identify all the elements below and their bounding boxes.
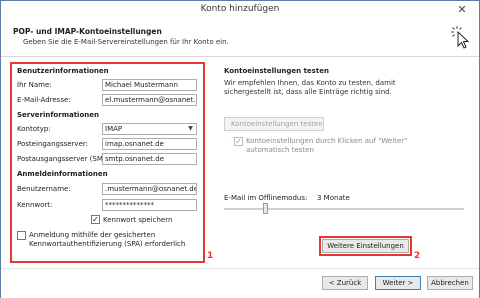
page-header: POP- und IMAP-Kontoeinstellungen Geben S… [1,19,479,57]
auto-test-label-line1: Kontoeinstellungen durch Klicken auf "We… [246,137,408,145]
dialog-window: Konto hinzufügen ✕ POP- und IMAP-Kontoei… [0,0,480,298]
test-text-line2: sichergestellt ist, dass alle Einträge r… [224,88,392,96]
page-subtitle: Geben Sie die E-Mail-Servereinstellungen… [23,38,229,46]
page-title: POP- und IMAP-Kontoeinstellungen [13,27,162,36]
offline-mode-label: E-Mail im Offlinemodus: [224,194,308,202]
cancel-button[interactable]: Abbrechen [427,276,473,290]
annotation-box-2 [319,236,412,256]
annotation-number-2: 2 [414,251,421,261]
footer-bar: < Zurück Weiter > Abbrechen [1,268,479,298]
auto-test-label-line2: automatisch testen [246,146,314,154]
auto-test-checkbox[interactable]: ✓ [234,137,243,146]
annotation-number-1: 1 [207,251,214,261]
offline-slider-thumb[interactable] [263,203,268,214]
window-title: Konto hinzufügen [200,4,280,14]
test-text-line1: Wir empfehlen Ihnen, das Konto zu testen… [224,79,396,87]
test-section-title: Kontoeinstellungen testen [224,67,329,75]
checkmark-icon: ✓ [235,137,242,146]
next-button[interactable]: Weiter > [375,276,421,290]
click-cursor-icon [451,26,470,49]
close-button[interactable]: ✕ [449,2,475,17]
back-button[interactable]: < Zurück [322,276,368,290]
test-settings-button[interactable]: Kontoeinstellungen testen ... [224,117,324,140]
annotation-box-1 [10,62,205,263]
title-bar: Konto hinzufügen ✕ [1,1,479,19]
offline-mode-value: 3 Monate [317,194,350,202]
offline-slider-track[interactable] [224,208,464,210]
content-area: Benutzerinformationen Ihr Name: Michael … [1,58,479,268]
